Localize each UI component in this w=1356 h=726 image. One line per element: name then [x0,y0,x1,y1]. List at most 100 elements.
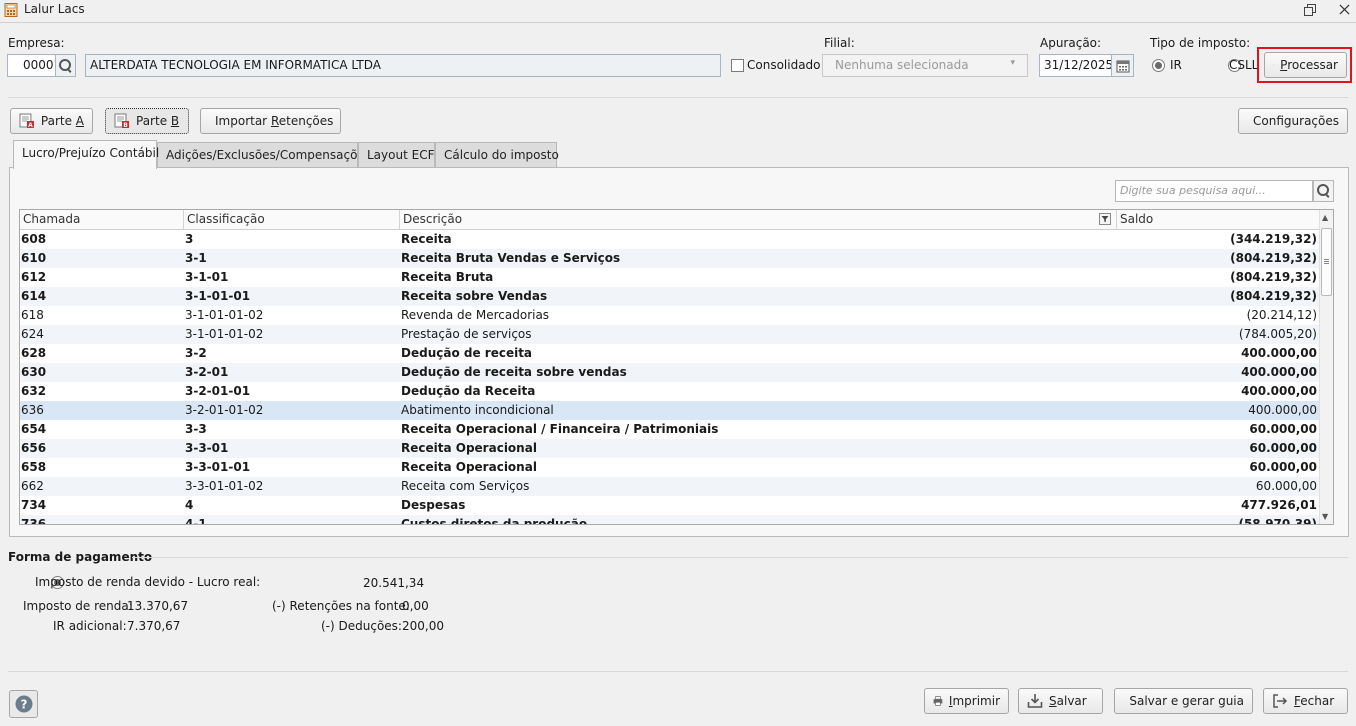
cell-descricao: Dedução da Receita [401,384,536,398]
table-row[interactable]: 654 3-3 Receita Operacional / Financeira /… [20,420,1320,439]
cell-chamada: 658 [21,460,47,474]
window-title: Lalur Lacs [24,2,85,16]
tab-lucro-prejuizo[interactable]: Lucro/Prejuízo Contábil [13,140,159,169]
importar-retencoes-button[interactable]: Importar Retenções [200,108,341,134]
cell-classificacao: 3-3-01 [185,441,229,455]
filter-icon[interactable] [1099,213,1111,225]
column-header-classificacao[interactable]: Classificação [184,210,400,230]
save-download-icon [1027,694,1043,708]
close-icon[interactable] [1339,4,1350,15]
cell-saldo: 400.000,00 [1241,384,1317,398]
cell-descricao: Receita Operacional / Financeira / Patri… [401,422,719,436]
cell-saldo: (344.219,32) [1230,232,1317,246]
cell-chamada: 608 [21,232,47,246]
imposto-renda-value: 13.370,67 [127,599,189,613]
apuracao-label: Apuração: [1040,36,1102,50]
empresa-code-input[interactable]: 00001 [7,54,56,77]
table-row[interactable]: 630 3-2-01 Dedução de receita sobre vendas… [20,363,1320,382]
column-header-descricao[interactable]: Descrição [400,210,1117,230]
configuracoes-button[interactable]: Configurações [1238,108,1348,134]
retencoes-value: 0,00 [402,599,429,613]
cell-chamada: 662 [21,479,44,493]
cell-descricao: Receita Bruta [401,270,494,284]
cell-descricao: Revenda de Mercadorias [401,308,550,322]
processar-button[interactable]: Processar [1264,52,1347,78]
table-row[interactable]: 624 3-1-01-01-02 Prestação de serviços (784… [20,325,1320,344]
calculator-icon [4,3,18,17]
grid-search-button[interactable] [1313,180,1334,202]
scroll-up-icon[interactable]: ▲ [1322,213,1328,222]
parte-b-button[interactable]: B Parte B [105,108,189,134]
tab-adicoes-exclusoes[interactable]: Adições/Exclusões/Compensações [157,142,371,168]
imprimir-button[interactable]: Imprimir [924,688,1009,714]
cell-classificacao: 3-2-01 [185,365,229,379]
table-row[interactable]: 632 3-2-01-01 Dedução da Receita 400.000,00 [20,382,1320,401]
cell-descricao: Prestação de serviços [401,327,532,341]
svg-text:B: B [123,122,128,129]
grid-vertical-scrollbar[interactable]: ▲ ▼ [1319,210,1333,524]
cell-descricao: Receita Operacional [401,441,537,455]
consolidado-checkbox[interactable] [731,59,744,72]
tipo-imposto-label: Tipo de imposto: [1150,36,1251,50]
search-icon [58,58,73,73]
cell-descricao: Receita sobre Vendas [401,289,548,303]
table-row[interactable]: 656 3-3-01 Receita Operacional 60.000,00 [20,439,1320,458]
apuracao-date-input[interactable]: 31/12/2025 [1039,54,1112,77]
deducoes-value: 200,00 [402,619,444,633]
table-row[interactable]: 658 3-3-01-01 Receita Operacional 60.000,00 [20,458,1320,477]
table-row[interactable]: 628 3-2 Dedução de receita 400.000,00 [20,344,1320,363]
table-row[interactable]: 618 3-1-01-01-02 Revenda de Mercadorias (20… [20,306,1320,325]
cell-saldo: 477.926,01 [1241,498,1317,512]
radio-ir[interactable] [1152,59,1165,72]
cell-classificacao: 3-1-01-01-02 [185,308,264,322]
salvar-button[interactable]: Salvar [1018,688,1103,714]
scroll-thumb[interactable] [1321,228,1332,296]
table-row[interactable]: 736 4-1 Custos diretos da produção (58.970,… [20,515,1320,525]
imposto-renda-devido-label: Imposto de renda devido - Lucro real: [35,575,261,589]
ir-adicional-value: 7.370,67 [127,619,181,633]
importar-rest: etenções [278,114,334,128]
cell-descricao: Receita com Serviços [401,479,530,493]
column-header-saldo[interactable]: Saldo [1117,210,1320,230]
title-bar: Lalur Lacs [0,0,1356,22]
cell-classificacao: 3-3-01-01 [185,460,251,474]
cell-descricao: Receita Operacional [401,460,537,474]
cell-saldo: 400.000,00 [1241,346,1317,360]
accounts-grid[interactable]: Chamada Classificação Descrição Saldo 60… [19,209,1334,525]
table-row[interactable]: 610 3-1 Receita Bruta Vendas e Serviços (80… [20,249,1320,268]
search-icon [1316,184,1331,198]
help-icon: ? [15,695,32,713]
help-button[interactable]: ? [9,690,38,718]
filial-select[interactable]: Nenhuma selecionada ▾ [822,54,1028,77]
exit-icon [1273,694,1288,708]
table-row[interactable]: 608 3 Receita (344.219,32) [20,230,1320,249]
configuracoes-label: Configurações [1253,114,1339,128]
cell-descricao: Dedução de receita sobre vendas [401,365,627,379]
table-row[interactable]: 662 3-3-01-01-02 Receita com Serviços 60.00… [20,477,1320,496]
table-row[interactable]: 734 4 Despesas 477.926,01 [20,496,1320,515]
tab-calculo-imposto[interactable]: Cálculo do imposto [435,142,559,168]
calendar-button[interactable] [1111,54,1134,77]
empresa-search-button[interactable] [55,54,76,77]
column-header-chamada[interactable]: Chamada [20,210,184,230]
cell-saldo: 60.000,00 [1249,460,1317,474]
table-row[interactable]: 612 3-1-01 Receita Bruta (804.219,32) [20,268,1320,287]
fechar-label: echar [1300,694,1335,708]
cell-saldo: (58.970,39) [1238,517,1317,525]
cell-classificacao: 3-3-01-01-02 [185,479,264,493]
tab-layout-ecf[interactable]: Layout ECF [358,142,435,168]
salvar-gerar-guia-button[interactable]: Salvar e gerar guia [1114,688,1253,714]
grid-search-input[interactable]: Digite sua pesquisa aqui... [1115,180,1313,202]
scroll-down-icon[interactable]: ▼ [1322,512,1328,521]
cell-chamada: 628 [21,346,47,360]
salvar-label: alvar [1056,694,1087,708]
importar-prefix: Importar [215,114,271,128]
cell-chamada: 734 [21,498,47,512]
fechar-button[interactable]: Fechar [1263,688,1348,714]
restore-icon[interactable] [1303,3,1317,17]
calendar-icon [1116,60,1129,72]
table-row[interactable]: 636 3-2-01-01-02 Abatimento incondicional 4… [20,401,1320,420]
cell-descricao: Abatimento incondicional [401,403,554,417]
table-row[interactable]: 614 3-1-01-01 Receita sobre Vendas (804.219… [20,287,1320,306]
parte-a-button[interactable]: A Parte A [10,108,93,134]
